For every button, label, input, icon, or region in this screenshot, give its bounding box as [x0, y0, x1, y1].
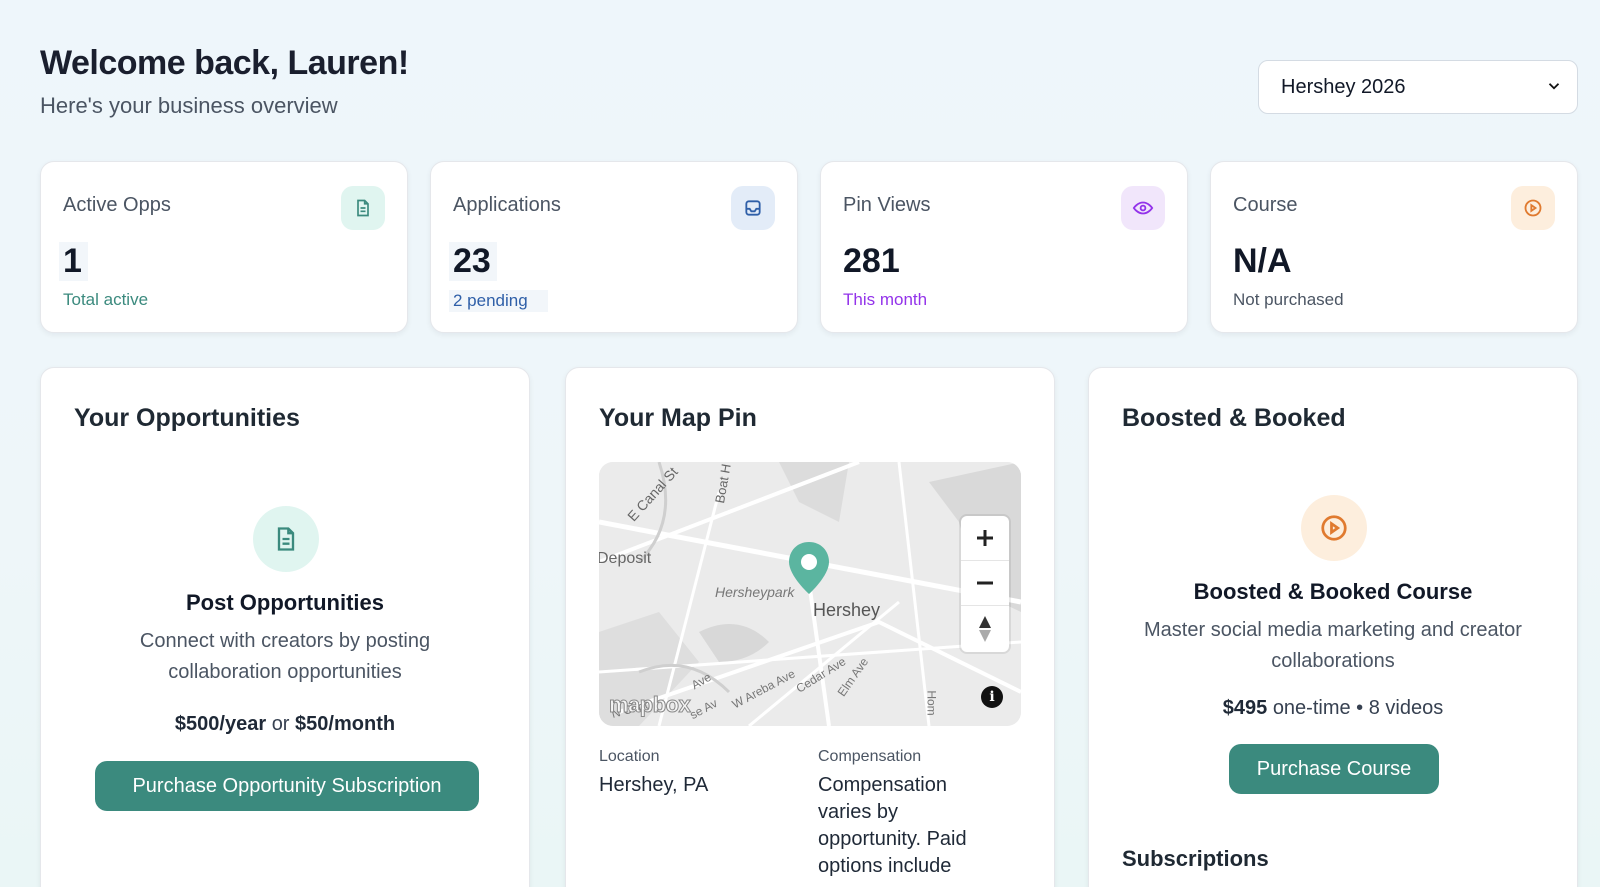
stat-value: 1	[59, 242, 88, 281]
stat-card-applications: Applications 23 2 pending	[430, 161, 798, 333]
course-price-detail: one-time • 8 videos	[1272, 697, 1444, 719]
stat-card-pin-views: Pin Views 281 This month	[820, 161, 1188, 333]
price-or: or	[271, 713, 290, 735]
purchase-opportunity-subscription-button[interactable]: Purchase Opportunity Subscription	[95, 761, 479, 811]
opportunities-description-line1: Connect with creators by posting	[139, 630, 431, 652]
stat-label: Active Opps	[63, 194, 171, 216]
location-block: Location Hershey, PA	[599, 748, 708, 799]
subscriptions-title: Subscriptions	[1122, 846, 1269, 871]
stat-card-course: Course N/A Not purchased	[1210, 161, 1578, 333]
document-icon	[341, 186, 385, 230]
compensation-block: Compensation Compensation varies by oppo…	[818, 748, 967, 880]
inbox-icon	[731, 186, 775, 230]
boosted-description-line2: collaborations	[1271, 650, 1395, 672]
opportunities-heading: Post Opportunities	[186, 590, 384, 615]
price-year: $500/year	[174, 713, 267, 735]
stat-value: 23	[449, 242, 497, 281]
document-icon	[253, 506, 319, 572]
play-circle-icon	[1511, 186, 1555, 230]
info-icon[interactable]: i	[981, 686, 1003, 708]
map-zoom-controls	[961, 516, 1009, 652]
price-month: $50/month	[295, 713, 396, 735]
stat-sub: Total active	[63, 290, 149, 309]
purchase-course-button[interactable]: Purchase Course	[1229, 744, 1439, 794]
map-pin-title: Your Map Pin	[599, 404, 757, 432]
stat-value: N/A	[1233, 242, 1292, 280]
stat-value: 281	[843, 242, 900, 280]
compensation-line: opportunity. Paid	[818, 828, 967, 850]
opportunities-card: Your Opportunities Post Opportunities Co…	[40, 367, 530, 887]
boosted-heading: Boosted & Booked Course	[1193, 579, 1473, 604]
stat-sub: 2 pending	[449, 290, 548, 312]
eye-icon	[1121, 186, 1165, 230]
season-select-value: Hershey 2026	[1281, 75, 1406, 98]
page-header: Welcome back, Lauren! Here's your busine…	[40, 44, 409, 119]
opportunities-description-line2: collaboration opportunities	[168, 661, 402, 683]
compass-icon	[979, 615, 991, 642]
map-marker-icon[interactable]	[787, 540, 831, 596]
minus-icon	[977, 581, 993, 585]
plus-icon	[977, 530, 993, 546]
boosted-booked-card: Boosted & Booked Boosted & Booked Course…	[1088, 367, 1578, 887]
map-label: Hom	[924, 690, 939, 716]
location-value: Hershey, PA	[599, 774, 709, 796]
page-subtitle: Here's your business overview	[40, 93, 338, 118]
course-price: $495	[1222, 697, 1268, 719]
map-view[interactable]: E Canal St Boat H Deposit Hersheypark He…	[599, 462, 1021, 726]
stat-label: Course	[1233, 194, 1298, 216]
boosted-title: Boosted & Booked	[1122, 404, 1346, 432]
stat-sub: Not purchased	[1233, 290, 1344, 309]
stat-label: Applications	[453, 194, 561, 216]
compass-button[interactable]	[961, 606, 1009, 651]
zoom-in-button[interactable]	[961, 516, 1009, 561]
compensation-line: varies by	[818, 801, 899, 823]
stat-sub: This month	[843, 290, 928, 309]
map-label: Hersheypark	[715, 584, 795, 600]
location-label: Location	[599, 748, 660, 765]
page-title: Welcome back, Lauren!	[40, 44, 409, 82]
map-label: Hershey	[813, 600, 881, 620]
boosted-pricing: $495 one-time • 8 videos	[1089, 697, 1577, 720]
zoom-out-button[interactable]	[961, 561, 1009, 606]
map-label: Deposit	[599, 550, 652, 567]
stat-card-active-opps: Active Opps 1 Total active	[40, 161, 408, 333]
play-circle-icon	[1301, 495, 1367, 561]
mapbox-logo: mapbox	[608, 692, 691, 718]
season-select[interactable]: Hershey 2026	[1258, 60, 1578, 114]
stat-label: Pin Views	[843, 194, 931, 216]
compensation-label: Compensation	[818, 748, 922, 765]
chevron-down-icon	[1548, 83, 1560, 90]
compensation-line: options include	[818, 855, 952, 877]
opportunities-title: Your Opportunities	[74, 404, 300, 432]
boosted-description-line1: Master social media marketing and creato…	[1144, 619, 1522, 641]
compensation-line: Compensation	[818, 774, 947, 796]
map-pin-card: Your Map Pin E Canal St Boat H Deposit H…	[565, 367, 1055, 887]
opportunities-pricing: $500/year or $50/month	[41, 713, 529, 736]
